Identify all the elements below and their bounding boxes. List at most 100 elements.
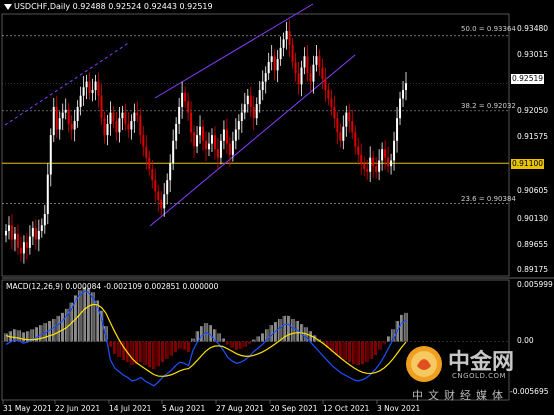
candle-body [249, 95, 252, 107]
candle-body [237, 121, 240, 130]
candle-body [133, 112, 136, 122]
candle-body [136, 112, 139, 116]
candle-body [282, 39, 285, 48]
current-price-tag: 0.92519 [511, 74, 545, 84]
chart-window[interactable]: USDCHF,Daily 0.92488 0.92524 0.92443 0.9… [0, 0, 554, 415]
candle-body [303, 56, 306, 68]
candle-body [345, 112, 348, 127]
macd-axis-label: -0.005695 [510, 387, 549, 396]
candle-body [378, 160, 381, 172]
candle-body [100, 95, 103, 119]
candle-body [28, 236, 31, 248]
channel-lower-line [149, 54, 356, 227]
candle-body [181, 92, 184, 107]
candle-body [315, 56, 318, 65]
candle-body [351, 121, 354, 133]
price-label: 0.89655 [517, 240, 549, 249]
candle-body [91, 90, 94, 93]
candle-body [390, 160, 393, 167]
candle-body [148, 157, 151, 169]
candle-body [196, 135, 199, 147]
candle-body [52, 106, 55, 136]
candle-body [306, 56, 309, 74]
candle-body [160, 199, 163, 209]
candle-body [387, 157, 390, 167]
candle-body [115, 121, 118, 133]
candle-body [216, 149, 219, 158]
candle-body [130, 121, 133, 130]
candle-body [43, 214, 46, 226]
candle-body [363, 163, 366, 169]
candle-body [145, 146, 148, 158]
candle-body [16, 233, 19, 248]
candle-body [309, 73, 312, 82]
candle-body [372, 157, 375, 167]
candle-body [151, 168, 154, 181]
candle-body [139, 115, 142, 136]
candle-body [169, 163, 172, 181]
candle-body [121, 112, 124, 119]
price-label: 0.93480 [517, 24, 549, 33]
support-price-tag: 0.91100 [511, 159, 545, 169]
candle-body [58, 118, 61, 130]
price-label: 0.93015 [517, 50, 549, 59]
dropdown-triangle-icon[interactable] [4, 4, 12, 10]
candle-body [85, 81, 88, 88]
candle-body [142, 135, 145, 147]
candle-body [222, 129, 225, 141]
candle-body [321, 67, 324, 79]
time-label: 5 Aug 2021 [162, 404, 206, 413]
time-label: 27 Aug 2021 [216, 404, 265, 413]
candle-body [384, 149, 387, 158]
candle-body [261, 81, 264, 91]
candle-body [103, 118, 106, 136]
candle-body [61, 112, 64, 119]
candle-body [109, 112, 112, 124]
candle-body [252, 106, 255, 119]
candle-body [118, 118, 121, 133]
candle-body [225, 129, 228, 144]
macd-axis-label: 0.00 [517, 336, 534, 345]
candle-body [213, 135, 216, 150]
candle-body [5, 230, 7, 236]
candle-body [270, 56, 273, 62]
candle-body [19, 247, 22, 254]
candle-body [55, 106, 58, 130]
candle-body [157, 191, 160, 200]
candle-body [333, 106, 336, 119]
candle-body [276, 59, 279, 71]
candle-body [243, 104, 246, 113]
candle-body [366, 168, 369, 172]
candle-body [255, 104, 258, 119]
candle-body [40, 225, 43, 231]
candle-body [199, 126, 202, 136]
candle-body [288, 30, 291, 45]
candle-body [294, 61, 297, 74]
candle-body [348, 112, 351, 122]
candle-body [64, 109, 67, 113]
candle-body [82, 87, 85, 96]
candle-body [399, 98, 402, 119]
candle-body [73, 121, 76, 130]
candle-body [46, 174, 49, 215]
candle-body [297, 73, 300, 85]
candle-body [22, 242, 25, 254]
candle-body [300, 67, 303, 85]
price-label: 0.92050 [517, 106, 549, 115]
candle-body [327, 90, 330, 99]
candle-body [10, 225, 13, 240]
candle-body [330, 98, 333, 107]
candle-body [88, 81, 91, 93]
candle-body [97, 81, 100, 96]
chart-title: USDCHF,Daily 0.92488 0.92524 0.92443 0.9… [14, 2, 213, 11]
candle-body [264, 73, 267, 82]
time-label: 14 Jul 2021 [109, 404, 152, 413]
candle-body [166, 180, 169, 195]
candle-body [127, 123, 130, 130]
candle-body [219, 140, 222, 158]
candle-body [207, 143, 210, 150]
macd-title: MACD(12,26,9) 0.000084 -0.002109 0.00285… [6, 282, 219, 291]
candle-body [318, 56, 321, 68]
candle-body [312, 64, 315, 82]
candle-body [267, 61, 270, 74]
